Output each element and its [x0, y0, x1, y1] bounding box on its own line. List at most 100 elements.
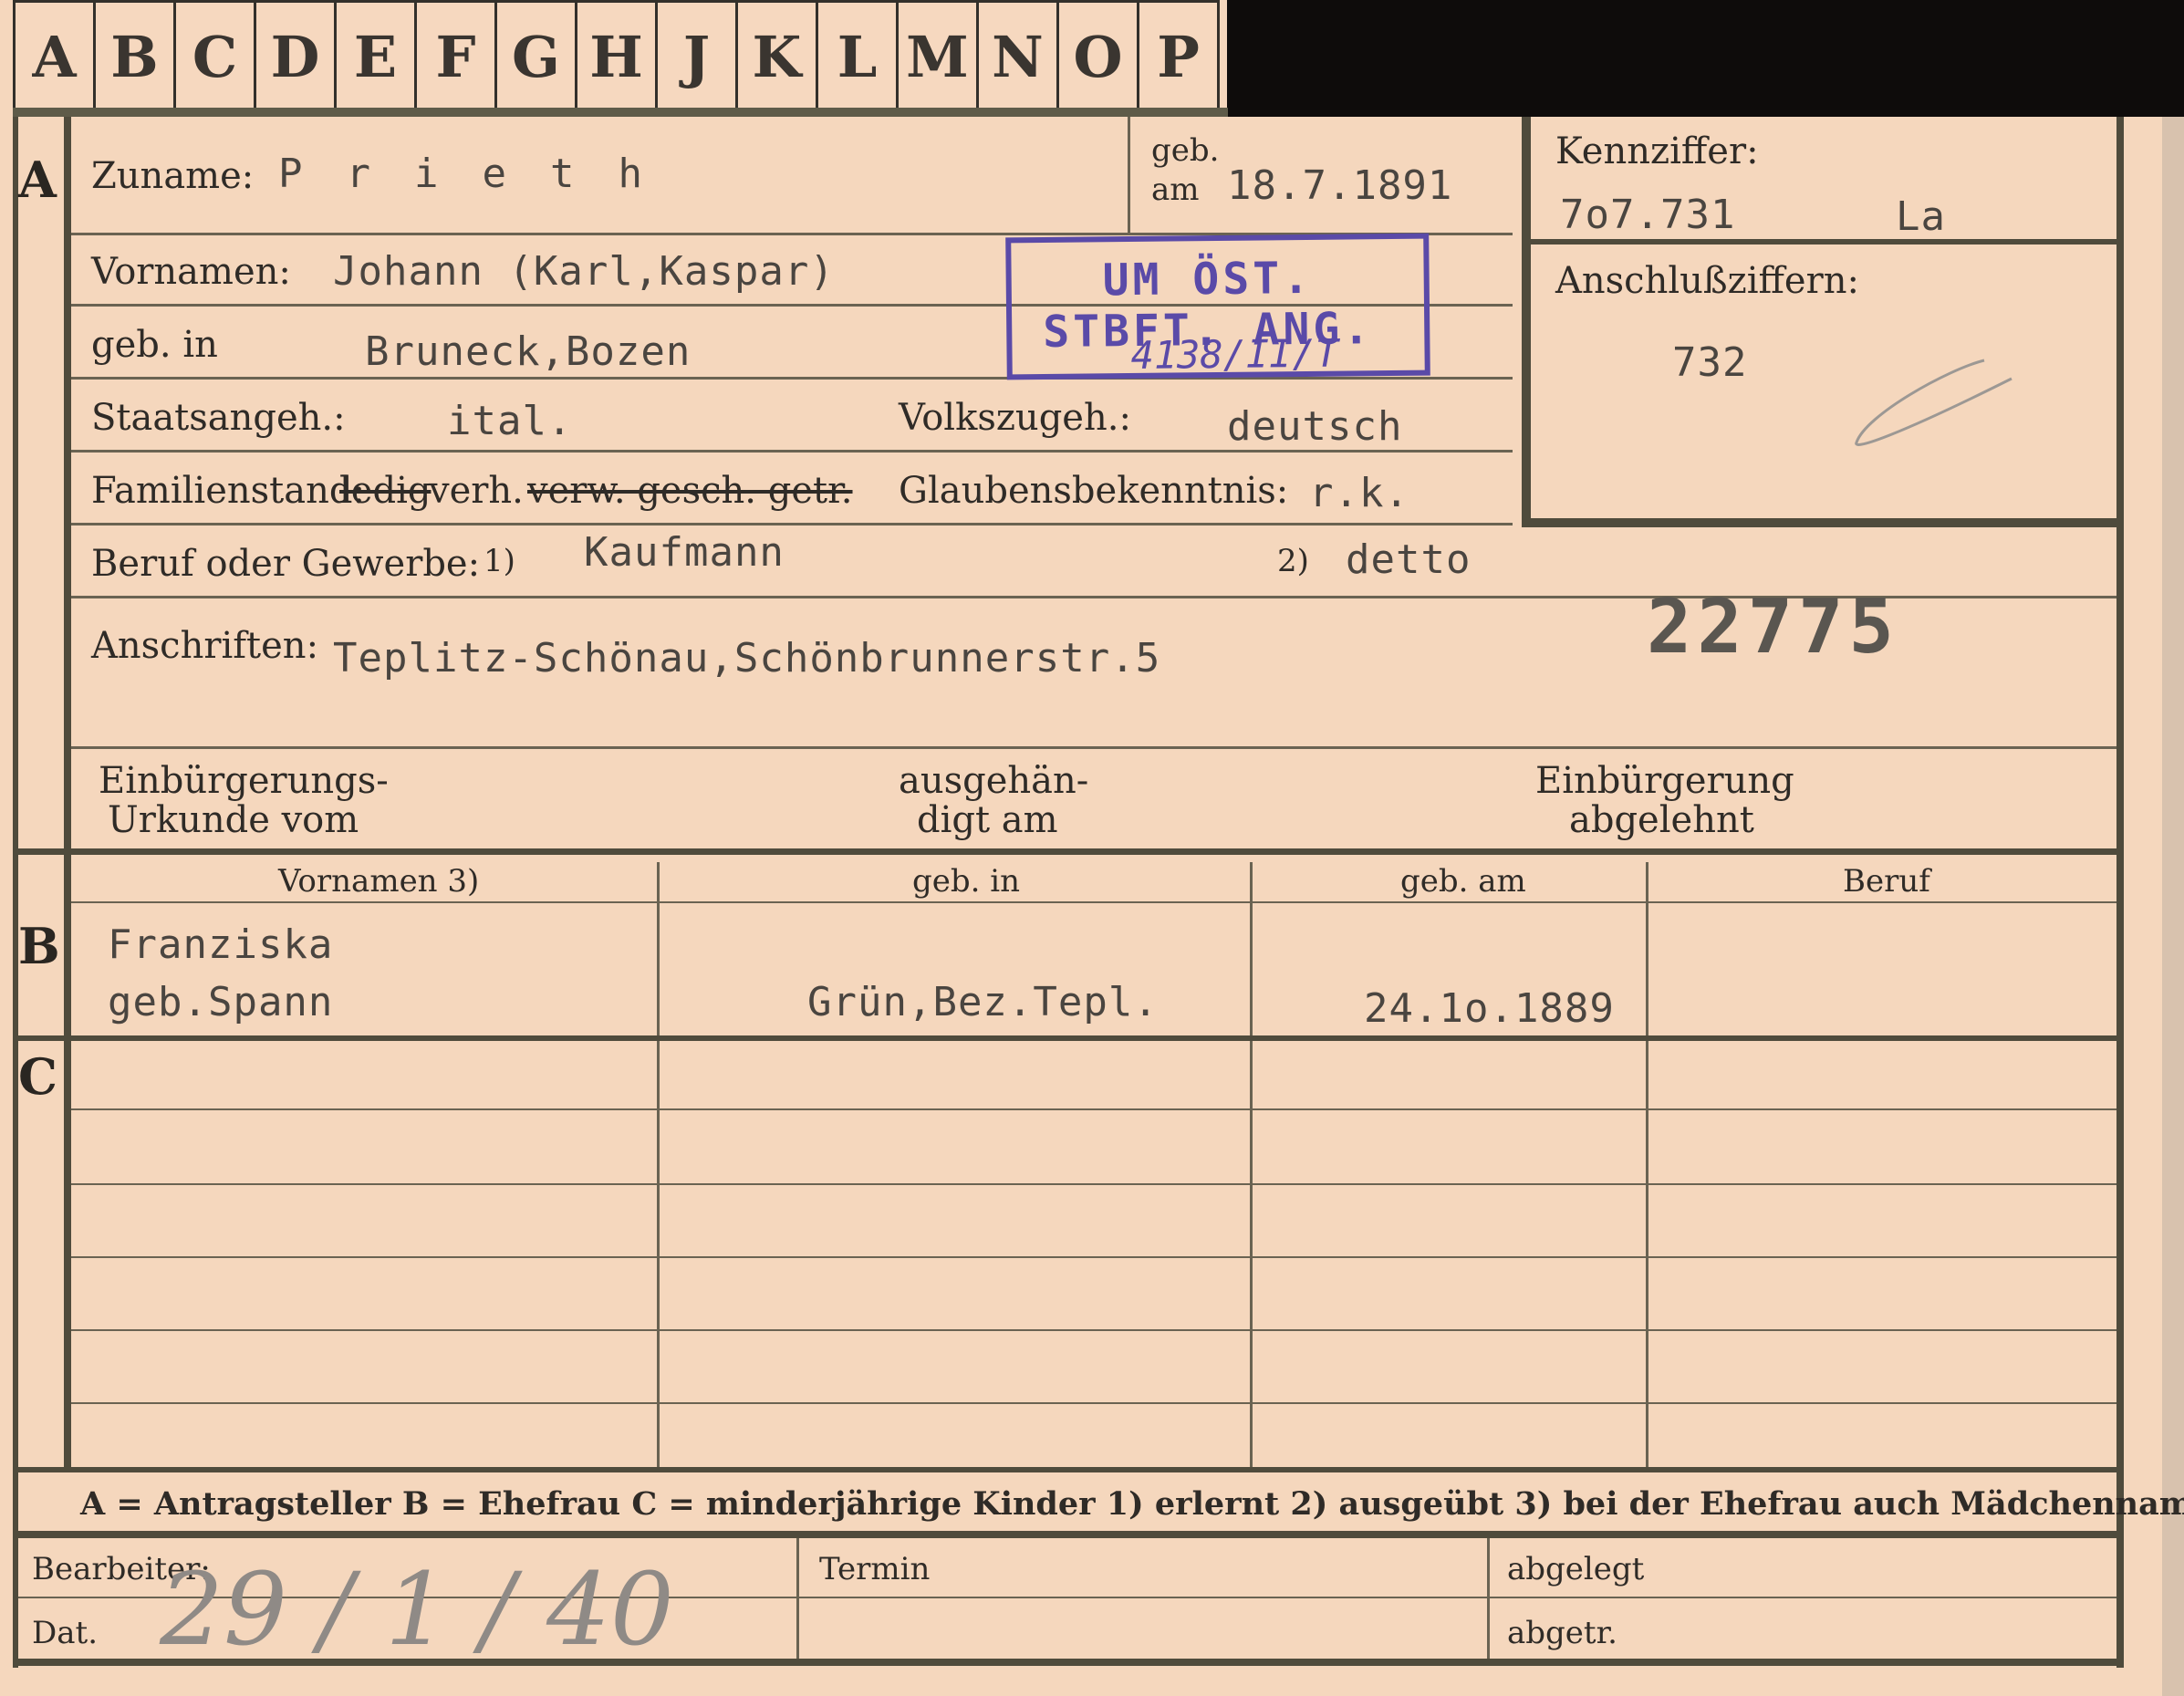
tab-letter: G [494, 0, 575, 113]
tab-letter: K [735, 0, 816, 113]
kennziffer-box-line [1522, 239, 2116, 245]
zuname-label: Zuname: [91, 155, 255, 197]
table-row-line [71, 1402, 2116, 1404]
spouse-birthdate: 24.1o.1889 [1364, 985, 1615, 1032]
alphabet-tabs: A B C D E F G H J K L M N O P [13, 0, 1220, 113]
abgelegt-label: abgelegt [1507, 1551, 1645, 1587]
table-left-line [64, 855, 71, 1466]
beruf-value-2: detto [1346, 536, 1472, 583]
col-header-gebin: geb. in [912, 863, 1021, 900]
beruf-mark-1: 1) [484, 543, 515, 579]
scan-background [1227, 0, 2184, 117]
tab-letter: B [93, 0, 173, 113]
tab-letter: J [655, 0, 735, 113]
col-header-vornamen: Vornamen 3) [278, 863, 480, 900]
gebin-label: geb. in [91, 324, 218, 366]
table-col-line [1250, 862, 1253, 1467]
anschluss-label: Anschlußziffern: [1555, 260, 1859, 302]
section-c-marker: C [18, 1047, 57, 1106]
volk-label: Volkszugeh.: [899, 397, 1131, 439]
row-line [71, 746, 2116, 749]
tab-letter: H [575, 0, 655, 113]
familie-struck-2: verw. gesch. getr. [527, 470, 853, 512]
kennziffer-box-left [1522, 117, 1531, 527]
kennziffer-suffix: La [1896, 193, 1946, 240]
ausg-label-2: digt am [917, 799, 1058, 841]
abgetr-label: abgetr. [1507, 1615, 1617, 1651]
gebin-value: Bruneck,Bozen [365, 328, 692, 375]
beruf-label: Beruf oder Gewerbe: [91, 543, 481, 585]
table-row-line [71, 1108, 2116, 1110]
tab-letter: A [13, 0, 93, 113]
case-number: 22775 [1647, 584, 1899, 671]
glauben-label: Glaubensbekenntnis: [899, 470, 1289, 512]
familie-value: verh. [429, 470, 524, 512]
stamp-line-3: 4138/II/T [1130, 330, 1339, 379]
beruf-value: Kaufmann [584, 529, 785, 576]
index-card: A B C D E F G H J K L M N O P A Zuname: … [0, 0, 2184, 1696]
right-border [2116, 117, 2124, 1668]
table-col-line [1646, 862, 1648, 1467]
tab-letter: M [896, 0, 976, 113]
geb-label-2: am [1151, 172, 1200, 208]
footer-col-line [1487, 1538, 1490, 1666]
dat-label: Dat. [32, 1615, 99, 1651]
geb-divider [1128, 117, 1130, 233]
zuname-value: Prieth [278, 151, 686, 197]
spouse-first-name: Franziska [108, 921, 334, 968]
volk-value: deutsch [1227, 403, 1403, 450]
stamp-line-1: UM ÖST. [1102, 252, 1314, 307]
familie-label: Familienstand: [91, 470, 365, 512]
kennziffer-box-bottom [1522, 518, 2116, 527]
abgel-label-1: Einbürgerung [1535, 760, 1794, 802]
tab-letter: O [1056, 0, 1137, 113]
table-row-line [71, 1256, 2116, 1258]
footer-col-line [796, 1538, 799, 1666]
familie-struck-1: ledig [339, 470, 432, 512]
pencil-mark [1855, 359, 2012, 446]
tab-letter: N [976, 0, 1056, 113]
col-header-beruf: Beruf [1843, 863, 1930, 900]
scan-edge [2162, 117, 2184, 1696]
einb-label-1: Einbürgerungs- [99, 760, 389, 802]
geb-am-value: 18.7.1891 [1227, 162, 1453, 209]
einb-label-2: Urkunde vom [108, 799, 359, 841]
beruf-mark-2: 2) [1277, 543, 1309, 579]
tab-letter: C [173, 0, 254, 113]
row-line [71, 450, 1513, 453]
table-row-line [71, 1329, 2116, 1331]
section-divider [13, 1467, 2124, 1472]
anschrift-label: Anschriften: [91, 625, 319, 667]
table-header-line [71, 901, 2116, 903]
col-header-gebam: geb. am [1400, 863, 1526, 900]
termin-label: Termin [819, 1551, 931, 1587]
legend-divider [13, 1531, 2124, 1538]
legend-text: A = Antragsteller B = Ehefrau C = minder… [80, 1485, 2184, 1523]
office-stamp: UM ÖST. STBFT. ANG. 4138/II/T [1005, 233, 1430, 380]
tab-letter: E [334, 0, 414, 113]
kennziffer-value: 7o7.731 [1560, 192, 1736, 238]
anschluss-value: 732 [1672, 339, 1748, 386]
tab-letter: P [1137, 0, 1220, 113]
row-line [71, 523, 1513, 525]
left-border [13, 117, 18, 1668]
tab-divider [13, 108, 1228, 117]
abgel-label-2: abgelehnt [1569, 799, 1754, 841]
kennziffer-label: Kennziffer: [1555, 130, 1759, 172]
table-col-line [657, 862, 660, 1467]
spouse-birthplace: Grün,Bez.Tepl. [807, 979, 1159, 1025]
anschrift-value: Teplitz-Schönau,Schönbrunnerstr.5 [333, 635, 1161, 682]
geb-label-1: geb. [1151, 132, 1220, 169]
section-a-marker: A [18, 151, 57, 209]
spouse-maiden-name: geb.Spann [108, 979, 334, 1025]
dat-value: 29 / 1 / 40 [160, 1551, 674, 1668]
tab-letter: F [414, 0, 494, 113]
staat-value: ital. [447, 398, 573, 444]
section-b-marker: B [18, 917, 60, 975]
tab-letter: L [816, 0, 896, 113]
tab-letter: D [254, 0, 334, 113]
staat-label: Staatsangeh.: [91, 397, 346, 439]
ausg-label-1: ausgehän- [899, 760, 1089, 802]
vornamen-value: Johann (Karl,Kaspar) [333, 248, 835, 295]
section-divider [13, 1035, 2124, 1041]
